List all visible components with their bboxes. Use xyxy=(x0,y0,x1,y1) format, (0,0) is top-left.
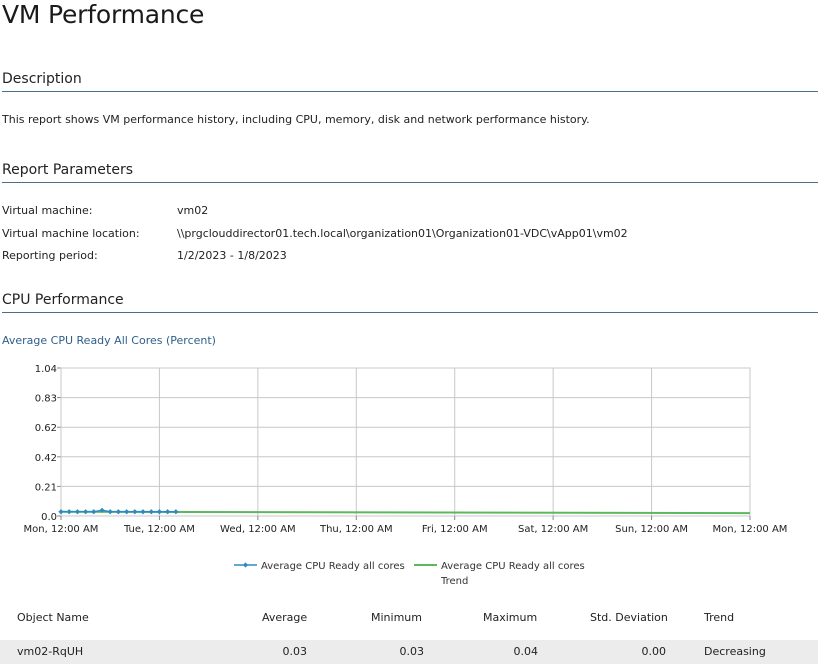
param-value-location: \\prgclouddirector01.tech.local\organiza… xyxy=(177,227,628,240)
cell-minimum: 0.03 xyxy=(399,645,425,658)
col-header-trend: Trend xyxy=(704,611,735,624)
y-tick-label: 0.0 xyxy=(41,512,57,523)
col-header-std-deviation: Std. Deviation xyxy=(590,611,668,624)
data-point xyxy=(115,509,121,515)
data-point xyxy=(66,509,72,515)
param-value-period: 1/2/2023 - 1/8/2023 xyxy=(177,249,287,262)
y-tick-label: 1.04 xyxy=(35,364,57,375)
cell-object-name: vm02-RqUH xyxy=(17,645,84,658)
data-point xyxy=(74,509,81,515)
data-point xyxy=(83,509,89,515)
cell-std-deviation: 0.00 xyxy=(641,645,667,658)
param-value-vm: vm02 xyxy=(177,204,209,217)
cpu-ready-chart: 0.0 0.21 0.42 0.62 0.83 1.04 Mon, 12:00 AM Tue… xyxy=(24,364,788,587)
chart-title: Average CPU Ready All Cores (Percent) xyxy=(2,334,216,347)
x-tick-label: Sat, 12:00 AM xyxy=(518,524,588,535)
legend-label-trend: Average CPU Ready all cores xyxy=(441,561,585,572)
param-label-period: Reporting period: xyxy=(2,249,98,262)
data-point xyxy=(58,509,64,515)
param-label-vm: Virtual machine: xyxy=(2,204,93,217)
col-header-maximum: Maximum xyxy=(483,611,538,624)
plot-border xyxy=(60,367,751,517)
y-tick-label: 0.42 xyxy=(35,453,57,464)
y-tick-label: 0.83 xyxy=(35,394,57,405)
x-tick-label: Sun, 12:00 AM xyxy=(615,524,688,535)
x-tick-label: Tue, 12:00 AM xyxy=(123,524,195,535)
data-point xyxy=(91,509,97,515)
col-header-object-name: Object Name xyxy=(17,611,89,624)
chart-legend: Average CPU Ready all cores Average CPU R… xyxy=(234,561,585,587)
legend-label-series: Average CPU Ready all cores xyxy=(261,561,405,572)
y-axis-ticks: 0.0 0.21 0.42 0.62 0.83 1.04 xyxy=(35,364,57,523)
description-text: This report shows VM performance history… xyxy=(2,113,590,126)
chart-grid xyxy=(57,367,751,520)
data-point xyxy=(173,509,179,515)
x-tick-label: Mon, 12:00 AM xyxy=(713,524,788,535)
data-point xyxy=(164,509,171,515)
col-header-average: Average xyxy=(262,611,308,624)
legend-label-trend-2: Trend xyxy=(440,576,468,587)
x-tick-label: Thu, 12:00 AM xyxy=(319,524,393,535)
data-point xyxy=(132,509,138,515)
report-parameters-heading: Report Parameters xyxy=(2,162,818,183)
x-tick-label: Mon, 12:00 AM xyxy=(24,524,99,535)
param-label-location: Virtual machine location: xyxy=(2,227,140,240)
page-title: VM Performance xyxy=(2,0,205,29)
data-point xyxy=(148,509,154,515)
description-heading: Description xyxy=(2,71,818,92)
cell-trend: Decreasing xyxy=(704,645,766,658)
col-header-minimum: Minimum xyxy=(371,611,422,624)
data-point xyxy=(156,509,163,515)
y-tick-label: 0.21 xyxy=(35,482,57,493)
y-tick-label: 0.62 xyxy=(35,423,57,434)
data-point xyxy=(124,509,130,515)
data-point xyxy=(140,509,146,515)
cpu-performance-heading: CPU Performance xyxy=(2,292,818,313)
data-point xyxy=(107,509,113,515)
x-tick-label: Wed, 12:00 AM xyxy=(220,524,296,535)
legend-marker xyxy=(242,562,249,568)
x-tick-label: Fri, 12:00 AM xyxy=(422,524,488,535)
cell-average: 0.03 xyxy=(282,645,308,658)
cell-maximum: 0.04 xyxy=(513,645,539,658)
chart-series xyxy=(58,507,751,515)
x-axis-ticks: Mon, 12:00 AM Tue, 12:00 AM Wed, 12:00 AM T… xyxy=(24,524,788,535)
